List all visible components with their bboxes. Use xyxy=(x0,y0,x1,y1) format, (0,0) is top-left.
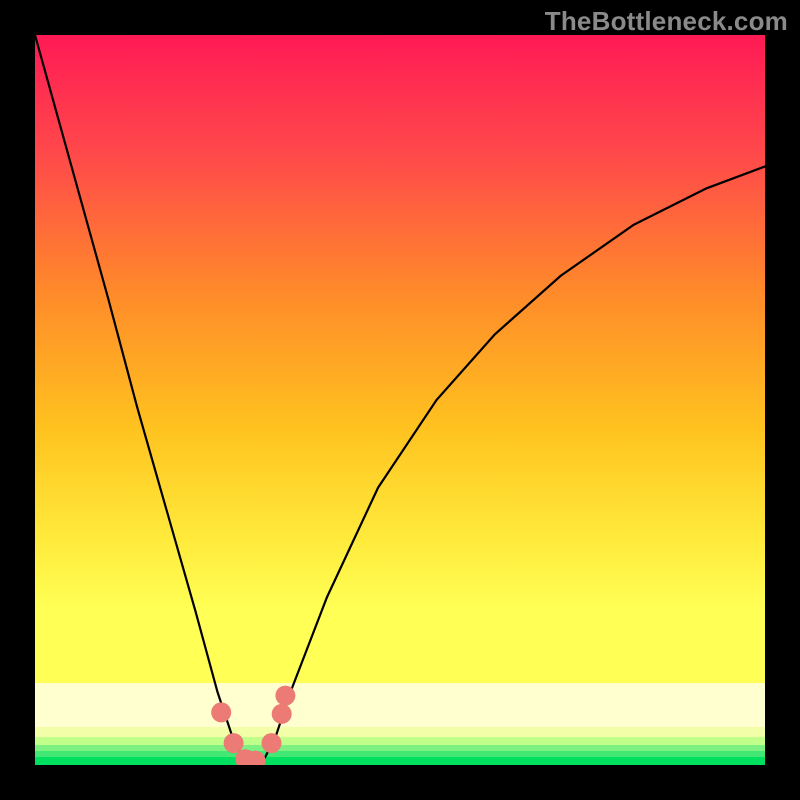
chart-frame: TheBottleneck.com xyxy=(0,0,800,800)
band-green2 xyxy=(35,751,765,757)
plot-svg xyxy=(35,35,765,765)
highlight-marker xyxy=(275,686,295,706)
highlight-marker xyxy=(224,733,244,753)
band-green3 xyxy=(35,757,765,765)
highlight-marker xyxy=(272,704,292,724)
plot-area xyxy=(35,35,765,765)
band-green1 xyxy=(35,745,765,751)
band-pale-yellow xyxy=(35,683,765,727)
gradient-upper xyxy=(35,35,765,711)
watermark-text: TheBottleneck.com xyxy=(545,6,788,37)
highlight-marker xyxy=(211,702,231,722)
band-yellow-fade xyxy=(35,727,765,737)
highlight-marker xyxy=(262,733,282,753)
band-lightgreen xyxy=(35,737,765,745)
